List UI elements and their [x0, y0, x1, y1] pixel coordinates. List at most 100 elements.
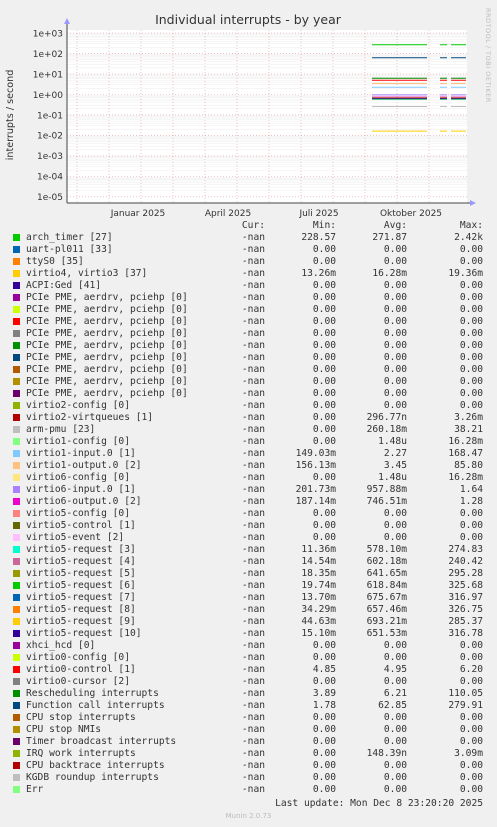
legend-min-value: 0.00: [312, 352, 336, 363]
legend-avg-value: 0.00: [383, 340, 407, 351]
legend-row: PCIe PME, aerdrv, pciehp [0] -nan 0.00 0.00…: [0, 304, 497, 316]
y-tick-label: 1e+02: [33, 50, 63, 60]
y-tick-label: 1e-04: [37, 173, 63, 183]
legend-avg-value: 0.00: [383, 508, 407, 519]
legend-series-name: PCIe PME, aerdrv, pciehp [0]: [26, 352, 188, 363]
legend-series-name: virtio2-virtqueues [1]: [26, 412, 154, 423]
x-tick-label: Januar 2025: [110, 209, 166, 219]
legend-swatch: [13, 366, 20, 373]
legend-max-value: 285.37: [448, 616, 483, 627]
legend-avg-value: 0.00: [383, 676, 407, 687]
legend-series-name: arm-pmu [23]: [26, 424, 96, 435]
legend-cur-value: -nan: [241, 592, 265, 603]
legend-max-value: 0.00: [459, 736, 483, 747]
legend-max-value: 279.91: [448, 700, 483, 711]
legend-avg-value: 296.77n: [366, 412, 407, 423]
legend-swatch: [13, 342, 20, 349]
legend-row: PCIe PME, aerdrv, pciehp [0] -nan 0.00 0.00…: [0, 316, 497, 328]
legend-row: virtio6-input.0 [1] -nan 201.73m 957.88m 1.6…: [0, 484, 497, 496]
legend-row: Rescheduling interrupts -nan 3.89 6.21 110.0…: [0, 688, 497, 700]
legend-swatch: [13, 594, 20, 601]
legend-series-name: xhci_hcd [0]: [26, 640, 96, 651]
legend-max-value: 0.00: [459, 280, 483, 291]
munin-version: Munin 2.0.73: [225, 812, 272, 820]
legend-series-name: virtio6-output.0 [2]: [26, 496, 142, 507]
legend-avg-value: 0.00: [383, 640, 407, 651]
legend-swatch: [13, 486, 20, 493]
legend-swatch: [13, 666, 20, 673]
legend-avg-value: 0.00: [383, 364, 407, 375]
legend-row: virtio5-event [2] -nan 0.00 0.00 0.00: [0, 532, 497, 544]
legend-max-value: 240.42: [448, 556, 483, 567]
legend-swatch: [13, 390, 20, 397]
legend-series-name: PCIe PME, aerdrv, pciehp [0]: [26, 316, 188, 327]
legend-row: virtio2-virtqueues [1] -nan 0.00 296.77n 3.2…: [0, 412, 497, 424]
legend-min-value: 0.00: [312, 256, 336, 267]
legend-row: KGDB roundup interrupts -nan 0.00 0.00 0.00: [0, 772, 497, 784]
legend-cur-value: -nan: [241, 520, 265, 531]
y-axis-arrow: [64, 18, 70, 24]
legend-cur-value: -nan: [241, 580, 265, 591]
legend-swatch: [13, 738, 20, 745]
legend-max-value: 316.97: [448, 592, 483, 603]
legend-series-name: virtio5-event [2]: [26, 532, 125, 543]
y-tick-label: 1e+00: [33, 91, 64, 101]
legend-min-value: 0.00: [312, 340, 336, 351]
legend-cur-value: -nan: [241, 784, 265, 795]
legend-max-value: 0.00: [459, 364, 483, 375]
legend-min-value: 0.00: [312, 280, 336, 291]
legend-cur-value: -nan: [241, 568, 265, 579]
legend-min-value: 19.74m: [301, 580, 336, 591]
legend-cur-value: -nan: [241, 700, 265, 711]
legend-cur-value: -nan: [241, 664, 265, 675]
legend-min-value: 3.89: [312, 688, 336, 699]
legend-series-name: CPU stop interrupts: [26, 712, 136, 723]
legend-max-value: 38.21: [454, 424, 483, 435]
legend-series-name: PCIe PME, aerdrv, pciehp [0]: [26, 340, 188, 351]
legend-cur-value: -nan: [241, 268, 265, 279]
legend-row: PCIe PME, aerdrv, pciehp [0] -nan 0.00 0.00…: [0, 340, 497, 352]
legend-row: virtio1-config [0] -nan 0.00 1.48u 16.28m: [0, 436, 497, 448]
legend-max-value: 0.00: [459, 676, 483, 687]
legend-cur-value: -nan: [241, 688, 265, 699]
legend-cur-value: -nan: [241, 508, 265, 519]
legend-max-value: 0.00: [459, 652, 483, 663]
legend-min-value: 0.00: [312, 400, 336, 411]
legend-swatch: [13, 294, 20, 301]
chart: Individual interrupts - by year interrup…: [5, 12, 476, 219]
legend-avg-value: 1.48u: [378, 436, 407, 447]
legend-max-value: 0.00: [459, 376, 483, 387]
legend-max-value: 0.00: [459, 640, 483, 651]
legend-row: virtio5-config [0] -nan 0.00 0.00 0.00: [0, 508, 497, 520]
legend-cur-value: -nan: [241, 352, 265, 363]
legend-series-name: virtio1-output.0 [2]: [26, 460, 142, 471]
legend-avg-value: 0.00: [383, 256, 407, 267]
legend-avg-value: 0.00: [383, 652, 407, 663]
legend-min-value: 0.00: [312, 532, 336, 543]
legend-max-value: 274.83: [448, 544, 483, 555]
legend-max-value: 316.78: [448, 628, 483, 639]
legend-min-value: 149.03m: [295, 448, 336, 459]
legend-row: PCIe PME, aerdrv, pciehp [0] -nan 0.00 0.00…: [0, 364, 497, 376]
legend-swatch: [13, 414, 20, 421]
legend-row: virtio5-request [5] -nan 18.35m 641.65m 295.…: [0, 568, 497, 580]
legend-series-name: virtio5-control [1]: [26, 520, 136, 531]
legend-swatch: [13, 378, 20, 385]
legend-avg-value: 0.00: [383, 712, 407, 723]
legend-max-value: 0.00: [459, 328, 483, 339]
legend-series-name: virtio5-request [7]: [26, 592, 136, 603]
legend-max-value: 1.64: [459, 484, 483, 495]
legend-row: PCIe PME, aerdrv, pciehp [0] -nan 0.00 0.00…: [0, 388, 497, 400]
legend-cur-value: -nan: [241, 544, 265, 555]
legend-min-value: 0.00: [312, 724, 336, 735]
legend-series-name: virtio0-control [1]: [26, 664, 136, 675]
legend-cur-value: -nan: [241, 412, 265, 423]
legend-cur-value: -nan: [241, 448, 265, 459]
legend-min-value: 0.00: [312, 748, 336, 759]
legend-swatch: [13, 714, 20, 721]
legend-row: virtio0-config [0] -nan 0.00 0.00 0.00: [0, 652, 497, 664]
legend-swatch: [13, 570, 20, 577]
legend-avg-value: 957.88m: [366, 484, 407, 495]
legend-min-value: 0.00: [312, 772, 336, 783]
legend-cur-value: -nan: [241, 436, 265, 447]
